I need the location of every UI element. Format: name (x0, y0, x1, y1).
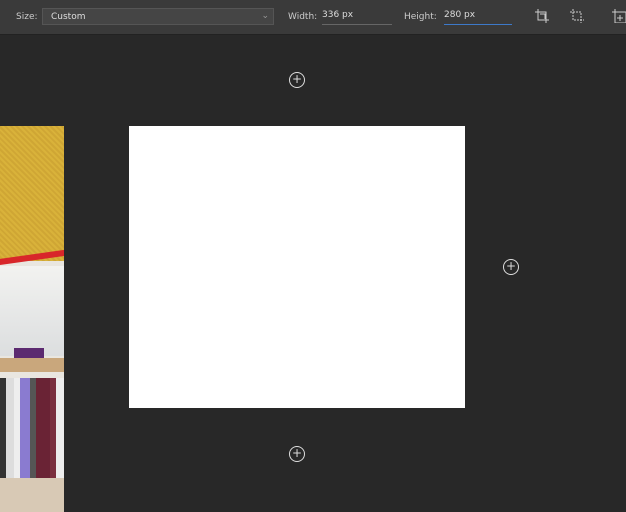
size-label: Size: (16, 12, 38, 22)
size-value: Custom (51, 12, 86, 22)
adjacent-artboard-image (0, 126, 64, 512)
crop-icon[interactable] (570, 9, 584, 23)
add-artboard-right-icon[interactable]: + (503, 259, 519, 275)
height-input[interactable]: 280 px (444, 10, 512, 25)
options-toolbar: Size: Custom ⌄ Width: 336 px Height: 280… (0, 0, 626, 35)
width-label: Width: (288, 12, 318, 22)
crop-to-content-icon[interactable] (535, 9, 549, 23)
add-artboard-top-icon[interactable]: + (289, 72, 305, 88)
add-artboard-bottom-icon[interactable]: + (289, 446, 305, 462)
artboard-canvas[interactable] (129, 126, 465, 408)
width-input[interactable]: 336 px (322, 10, 392, 25)
add-artboard-icon[interactable] (612, 9, 626, 23)
size-select[interactable]: Custom ⌄ (42, 8, 274, 25)
chevron-down-icon: ⌄ (261, 11, 269, 21)
height-label: Height: (404, 12, 437, 22)
